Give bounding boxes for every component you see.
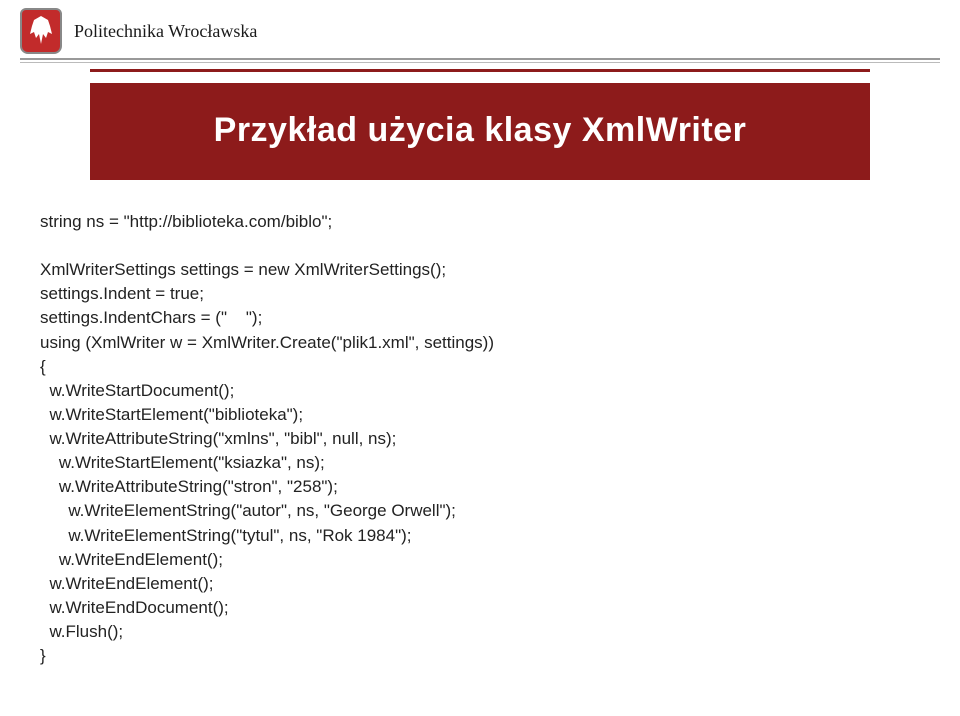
code-line: XmlWriterSettings settings = new XmlWrit… — [40, 258, 920, 282]
code-line: settings.Indent = true; — [40, 282, 920, 306]
code-line: w.WriteEndElement(); — [40, 548, 920, 572]
university-name: Politechnika Wrocławska — [74, 21, 257, 42]
code-line: using (XmlWriter w = XmlWriter.Create("p… — [40, 331, 920, 355]
divider-top — [20, 58, 940, 60]
slide-title: Przykład użycia klasy XmlWriter — [120, 111, 840, 150]
code-line: w.WriteStartElement("ksiazka", ns); — [40, 451, 920, 475]
code-line: w.Flush(); — [40, 620, 920, 644]
code-line: w.WriteElementString("autor", ns, "Georg… — [40, 499, 920, 523]
code-line: w.WriteAttributeString("xmlns", "bibl", … — [40, 427, 920, 451]
code-line: string ns = "http://biblioteka.com/biblo… — [40, 210, 920, 234]
eagle-icon — [26, 14, 56, 48]
code-line: w.WriteStartElement("biblioteka"); — [40, 403, 920, 427]
code-line: w.WriteAttributeString("stron", "258"); — [40, 475, 920, 499]
page-header: Politechnika Wrocławska — [0, 0, 960, 58]
university-logo — [20, 8, 62, 54]
slide-content: string ns = "http://biblioteka.com/biblo… — [0, 180, 960, 668]
code-line: settings.IndentChars = (" "); — [40, 306, 920, 330]
slide-title-band: Przykład użycia klasy XmlWriter — [90, 83, 870, 180]
code-line: w.WriteElementString("tytul", ns, "Rok 1… — [40, 524, 920, 548]
code-line: w.WriteEndElement(); — [40, 572, 920, 596]
code-line: w.WriteStartDocument(); — [40, 379, 920, 403]
divider-bottom — [20, 62, 940, 63]
code-line: w.WriteEndDocument(); — [40, 596, 920, 620]
code-line: { — [40, 355, 920, 379]
code-line: } — [40, 644, 920, 668]
